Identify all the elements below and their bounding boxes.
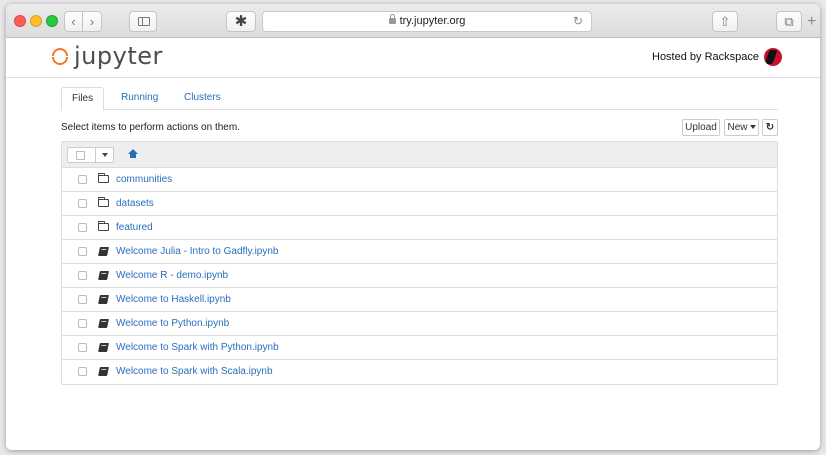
folder-icon: [98, 173, 109, 183]
notebook-icon: [98, 295, 109, 304]
tabs-icon: ⧉: [784, 14, 794, 29]
file-name-link[interactable]: datasets: [116, 198, 154, 209]
file-row[interactable]: Welcome to Haskell.ipynb: [62, 288, 777, 312]
file-name-link[interactable]: Welcome Julia - Intro to Gadfly.ipynb: [116, 246, 278, 257]
file-row[interactable]: Welcome Julia - Intro to Gadfly.ipynb: [62, 240, 777, 264]
close-window-button[interactable]: [14, 15, 26, 27]
caret-down-icon: [749, 125, 756, 130]
hosted-by[interactable]: Hosted by Rackspace: [652, 48, 782, 66]
file-name-link[interactable]: Welcome R - demo.ipynb: [116, 270, 228, 281]
row-checkbox[interactable]: [78, 367, 87, 376]
file-name-link[interactable]: Welcome to Spark with Scala.ipynb: [116, 366, 273, 377]
chevron-right-icon: ›: [89, 14, 95, 29]
notebook-icon: [98, 247, 109, 256]
zoom-window-button[interactable]: [46, 15, 58, 27]
tab-running[interactable]: Running: [111, 87, 168, 110]
browser-window: ‹ › ✱ try.jupyter.org ↻ ⇧ ⧉ + jupyter Ho…: [6, 4, 820, 450]
file-list-header: [62, 142, 777, 168]
file-rows: communities datasets featured Welcome Julia…: [62, 168, 777, 384]
extension-button[interactable]: ✱: [226, 11, 256, 32]
caret-down-icon[interactable]: [102, 153, 108, 157]
plus-icon: +: [807, 13, 817, 30]
row-checkbox[interactable]: [78, 223, 87, 232]
jupyter-page: jupyter Hosted by Rackspace Files Runnin…: [6, 39, 820, 450]
notebook-icon: [98, 271, 109, 280]
file-row[interactable]: Welcome R - demo.ipynb: [62, 264, 777, 288]
browser-toolbar: ‹ › ✱ try.jupyter.org ↻ ⇧ ⧉ +: [6, 4, 820, 38]
row-checkbox[interactable]: [78, 271, 87, 280]
hosted-by-text: Hosted by Rackspace: [652, 51, 759, 63]
folder-icon: [98, 221, 109, 231]
select-all-checkbox[interactable]: [76, 151, 85, 160]
puzzle-icon: ✱: [234, 13, 248, 30]
file-name-link[interactable]: Welcome to Haskell.ipynb: [116, 294, 231, 305]
jupyter-logo[interactable]: jupyter: [52, 41, 163, 71]
folder-icon: [98, 197, 109, 207]
home-icon[interactable]: [128, 149, 138, 159]
new-tab-button[interactable]: +: [807, 13, 816, 31]
file-name-link[interactable]: Welcome to Spark with Python.ipynb: [116, 342, 279, 353]
select-all-dropdown[interactable]: [67, 147, 114, 163]
file-row[interactable]: Welcome to Python.ipynb: [62, 312, 777, 336]
share-button[interactable]: ⇧: [712, 11, 738, 32]
new-dropdown-button[interactable]: New: [724, 119, 759, 136]
file-list: communities datasets featured Welcome Julia…: [61, 141, 778, 385]
address-bar[interactable]: try.jupyter.org ↻: [262, 11, 592, 32]
row-checkbox[interactable]: [78, 319, 87, 328]
show-tabs-button[interactable]: ⧉: [776, 11, 802, 32]
lock-icon: [388, 14, 396, 24]
refresh-button[interactable]: ↻: [762, 119, 778, 136]
row-checkbox[interactable]: [78, 175, 87, 184]
new-label: New: [727, 122, 748, 133]
tab-bar: Files Running Clusters: [61, 87, 778, 111]
instructions-text: Select items to perform actions on them.: [61, 122, 240, 133]
file-name-link[interactable]: communities: [116, 174, 172, 185]
notebook-icon: [98, 343, 109, 352]
file-name-link[interactable]: featured: [116, 222, 153, 233]
file-row[interactable]: featured: [62, 216, 777, 240]
logo-text: jupyter: [74, 42, 163, 70]
file-row[interactable]: datasets: [62, 192, 777, 216]
row-checkbox[interactable]: [78, 199, 87, 208]
file-row[interactable]: Welcome to Spark with Scala.ipynb: [62, 360, 777, 384]
notebook-icon: [98, 319, 109, 328]
tab-clusters[interactable]: Clusters: [174, 87, 231, 110]
sidebar-icon: [138, 17, 150, 26]
back-button[interactable]: ‹: [64, 11, 83, 32]
header-divider: [6, 77, 820, 78]
url-text: try.jupyter.org: [399, 15, 466, 27]
file-row[interactable]: communities: [62, 168, 777, 192]
row-checkbox[interactable]: [78, 295, 87, 304]
sidebar-toggle-button[interactable]: [129, 11, 157, 32]
reload-icon[interactable]: ↻: [573, 12, 583, 31]
jupyter-logo-icon: [52, 46, 68, 66]
row-checkbox[interactable]: [78, 343, 87, 352]
file-row[interactable]: Welcome to Spark with Python.ipynb: [62, 336, 777, 360]
share-icon: ⇧: [719, 14, 731, 29]
forward-button[interactable]: ›: [83, 11, 102, 32]
tab-files[interactable]: Files: [61, 87, 105, 111]
refresh-icon: ↻: [765, 122, 775, 133]
rackspace-logo-icon: [764, 48, 782, 66]
row-checkbox[interactable]: [78, 247, 87, 256]
minimize-window-button[interactable]: [30, 15, 42, 27]
notebook-icon: [98, 367, 109, 376]
upload-button[interactable]: Upload: [682, 119, 720, 136]
file-name-link[interactable]: Welcome to Python.ipynb: [116, 318, 229, 329]
chevron-left-icon: ‹: [71, 14, 76, 29]
